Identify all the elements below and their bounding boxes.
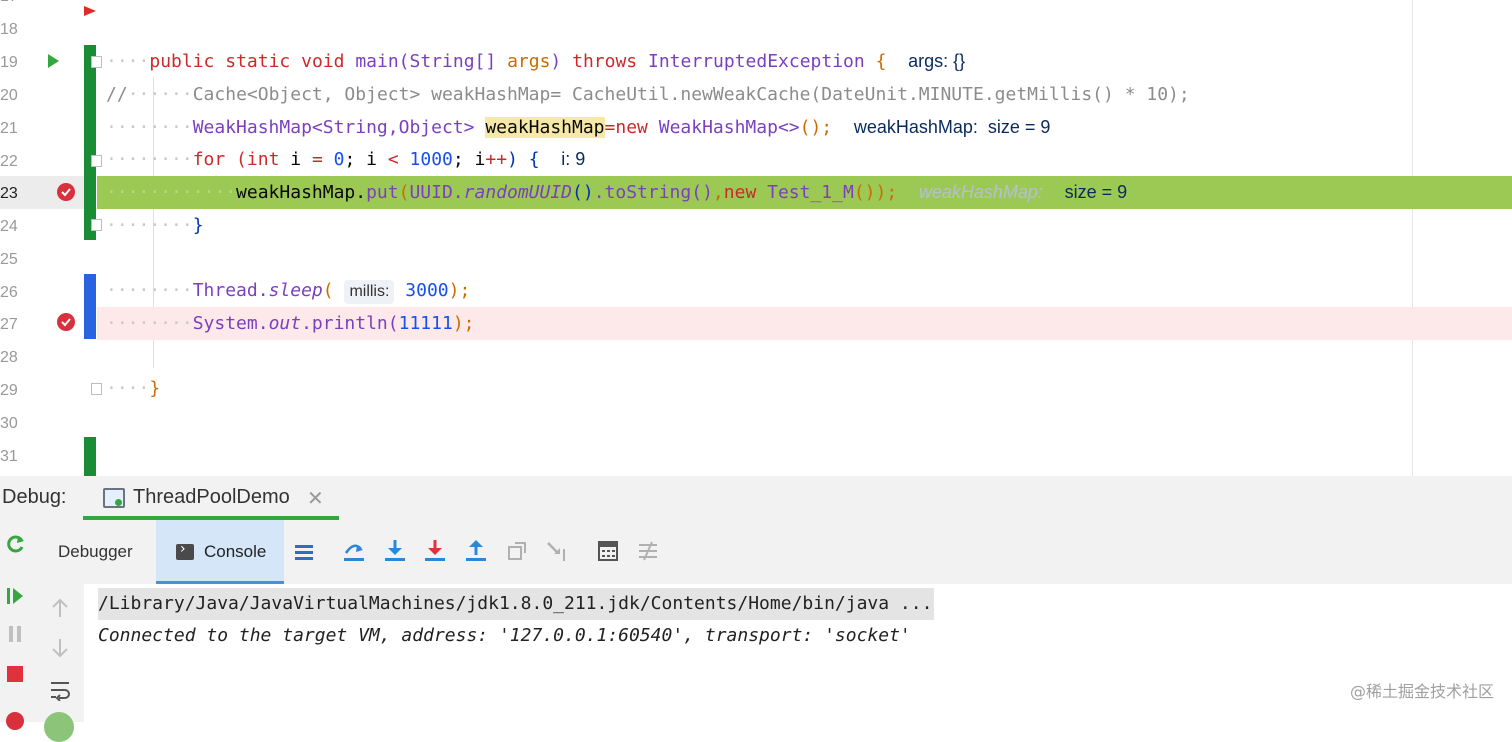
breakpoint-settings-icon[interactable]	[6, 712, 24, 730]
parameter-hint: millis:	[344, 280, 395, 304]
right-margin-guide	[1412, 0, 1413, 476]
watermark: @稀土掘金技术社区	[1349, 682, 1494, 701]
step-over-icon[interactable]	[342, 539, 366, 563]
debug-toolbar: Debugger › Console	[0, 520, 1512, 584]
resume-icon[interactable]	[3, 584, 27, 608]
line-number: 27	[0, 316, 18, 333]
session-tab-label: ThreadPoolDemo	[133, 486, 290, 508]
fold-icon[interactable]	[91, 219, 102, 231]
line-number: 25	[0, 251, 18, 268]
inline-debug-value: weakHashMap: size = 9	[853, 117, 1051, 137]
code-line-23[interactable]: ············weakHashMap.put(UUID.randomU…	[106, 176, 1127, 209]
debug-label: Debug:	[2, 486, 67, 508]
console-line-connected[interactable]: Connected to the target VM, address: '12…	[98, 620, 911, 652]
line-number: 19	[0, 54, 18, 71]
show-execution-point-icon[interactable]	[292, 540, 316, 564]
inline-debug-value: size = 9	[1064, 182, 1128, 202]
code-line-19[interactable]: ····public static void main(String[] arg…	[106, 45, 965, 78]
scroll-up-icon[interactable]	[48, 596, 72, 620]
line-number: 20	[0, 87, 18, 104]
code-line-20[interactable]: //······Cache<Object, Object> weakHashMa…	[106, 78, 1190, 111]
step-into-icon[interactable]	[383, 539, 407, 563]
code-line-29[interactable]: ····}	[106, 372, 160, 405]
trace-icon[interactable]	[636, 539, 660, 563]
soft-wrap-icon[interactable]	[48, 678, 72, 702]
console-icon: ›	[176, 541, 194, 560]
force-step-into-icon[interactable]	[423, 539, 447, 563]
fold-icon[interactable]	[91, 56, 102, 68]
debugger-tab[interactable]: Debugger	[40, 520, 154, 584]
inline-debug-value: args: {}	[908, 51, 966, 71]
line-number: 17	[0, 0, 40, 6]
inline-debug-label: weakHashMap:	[918, 182, 1043, 202]
vcs-modified-marker[interactable]	[84, 274, 96, 339]
run-to-cursor-icon[interactable]	[545, 539, 569, 563]
code-line-21[interactable]: ········WeakHashMap<String,Object> weakH…	[106, 111, 1050, 144]
scroll-down-icon[interactable]	[48, 636, 72, 660]
breakpoint-icon[interactable]	[57, 183, 75, 201]
code-line-26[interactable]: ········Thread.sleep( millis: 3000);	[106, 274, 470, 307]
line-number: 23	[0, 185, 18, 202]
inline-debug-value: i: 9	[561, 149, 586, 169]
vcs-added-marker[interactable]	[84, 437, 96, 476]
code-editor[interactable]: 17 18 19 20 21 22 23 24 25 26 27 28 29 3…	[0, 0, 1512, 476]
line-number: 22	[0, 153, 18, 170]
app-window-icon	[103, 488, 125, 508]
console-tab-label: Console	[204, 542, 267, 561]
restart-icon[interactable]	[4, 532, 28, 556]
line-number: 30	[0, 415, 18, 432]
line-number: 18	[0, 21, 18, 38]
line-number: 29	[0, 382, 18, 399]
code-line-22[interactable]: ········for (int i = 0; i < 1000; i++) {…	[106, 143, 585, 176]
debug-actions-bar	[0, 584, 84, 742]
line-number: 26	[0, 284, 18, 301]
highlighted-identifier: weakHashMap	[485, 117, 605, 138]
code-line-24[interactable]: ········}	[106, 209, 204, 242]
console-tab[interactable]: › Console	[156, 520, 284, 584]
line-number: 31	[0, 448, 18, 465]
code-line-27[interactable]: ········System.out.println(11111);	[106, 307, 475, 340]
line-number: 28	[0, 349, 18, 366]
line-number: 24	[0, 218, 18, 235]
evaluate-expression-icon[interactable]	[596, 539, 620, 563]
fold-icon[interactable]	[91, 383, 102, 395]
drop-frame-icon[interactable]	[505, 539, 529, 563]
fold-icon[interactable]	[91, 155, 102, 167]
debug-tab-bar: Debug: ThreadPoolDemo ✕	[0, 476, 1512, 520]
pause-icon[interactable]	[3, 622, 27, 646]
console-output[interactable]: /Library/Java/JavaVirtualMachines/jdk1.8…	[84, 584, 1512, 722]
stop-icon[interactable]	[3, 662, 27, 686]
breakpoint-icon[interactable]	[57, 313, 75, 331]
debug-session-tab[interactable]: ThreadPoolDemo ✕	[83, 476, 339, 520]
run-main-icon[interactable]	[48, 54, 59, 68]
bookmark-flag-icon[interactable]	[84, 6, 96, 16]
step-out-icon[interactable]	[464, 539, 488, 563]
debugger-tab-label: Debugger	[58, 542, 133, 561]
vcs-added-marker[interactable]	[84, 45, 96, 240]
line-number: 21	[0, 120, 18, 137]
status-icon[interactable]	[44, 712, 74, 742]
console-line-command[interactable]: /Library/Java/JavaVirtualMachines/jdk1.8…	[98, 588, 935, 620]
close-tab-icon[interactable]: ✕	[307, 486, 324, 511]
